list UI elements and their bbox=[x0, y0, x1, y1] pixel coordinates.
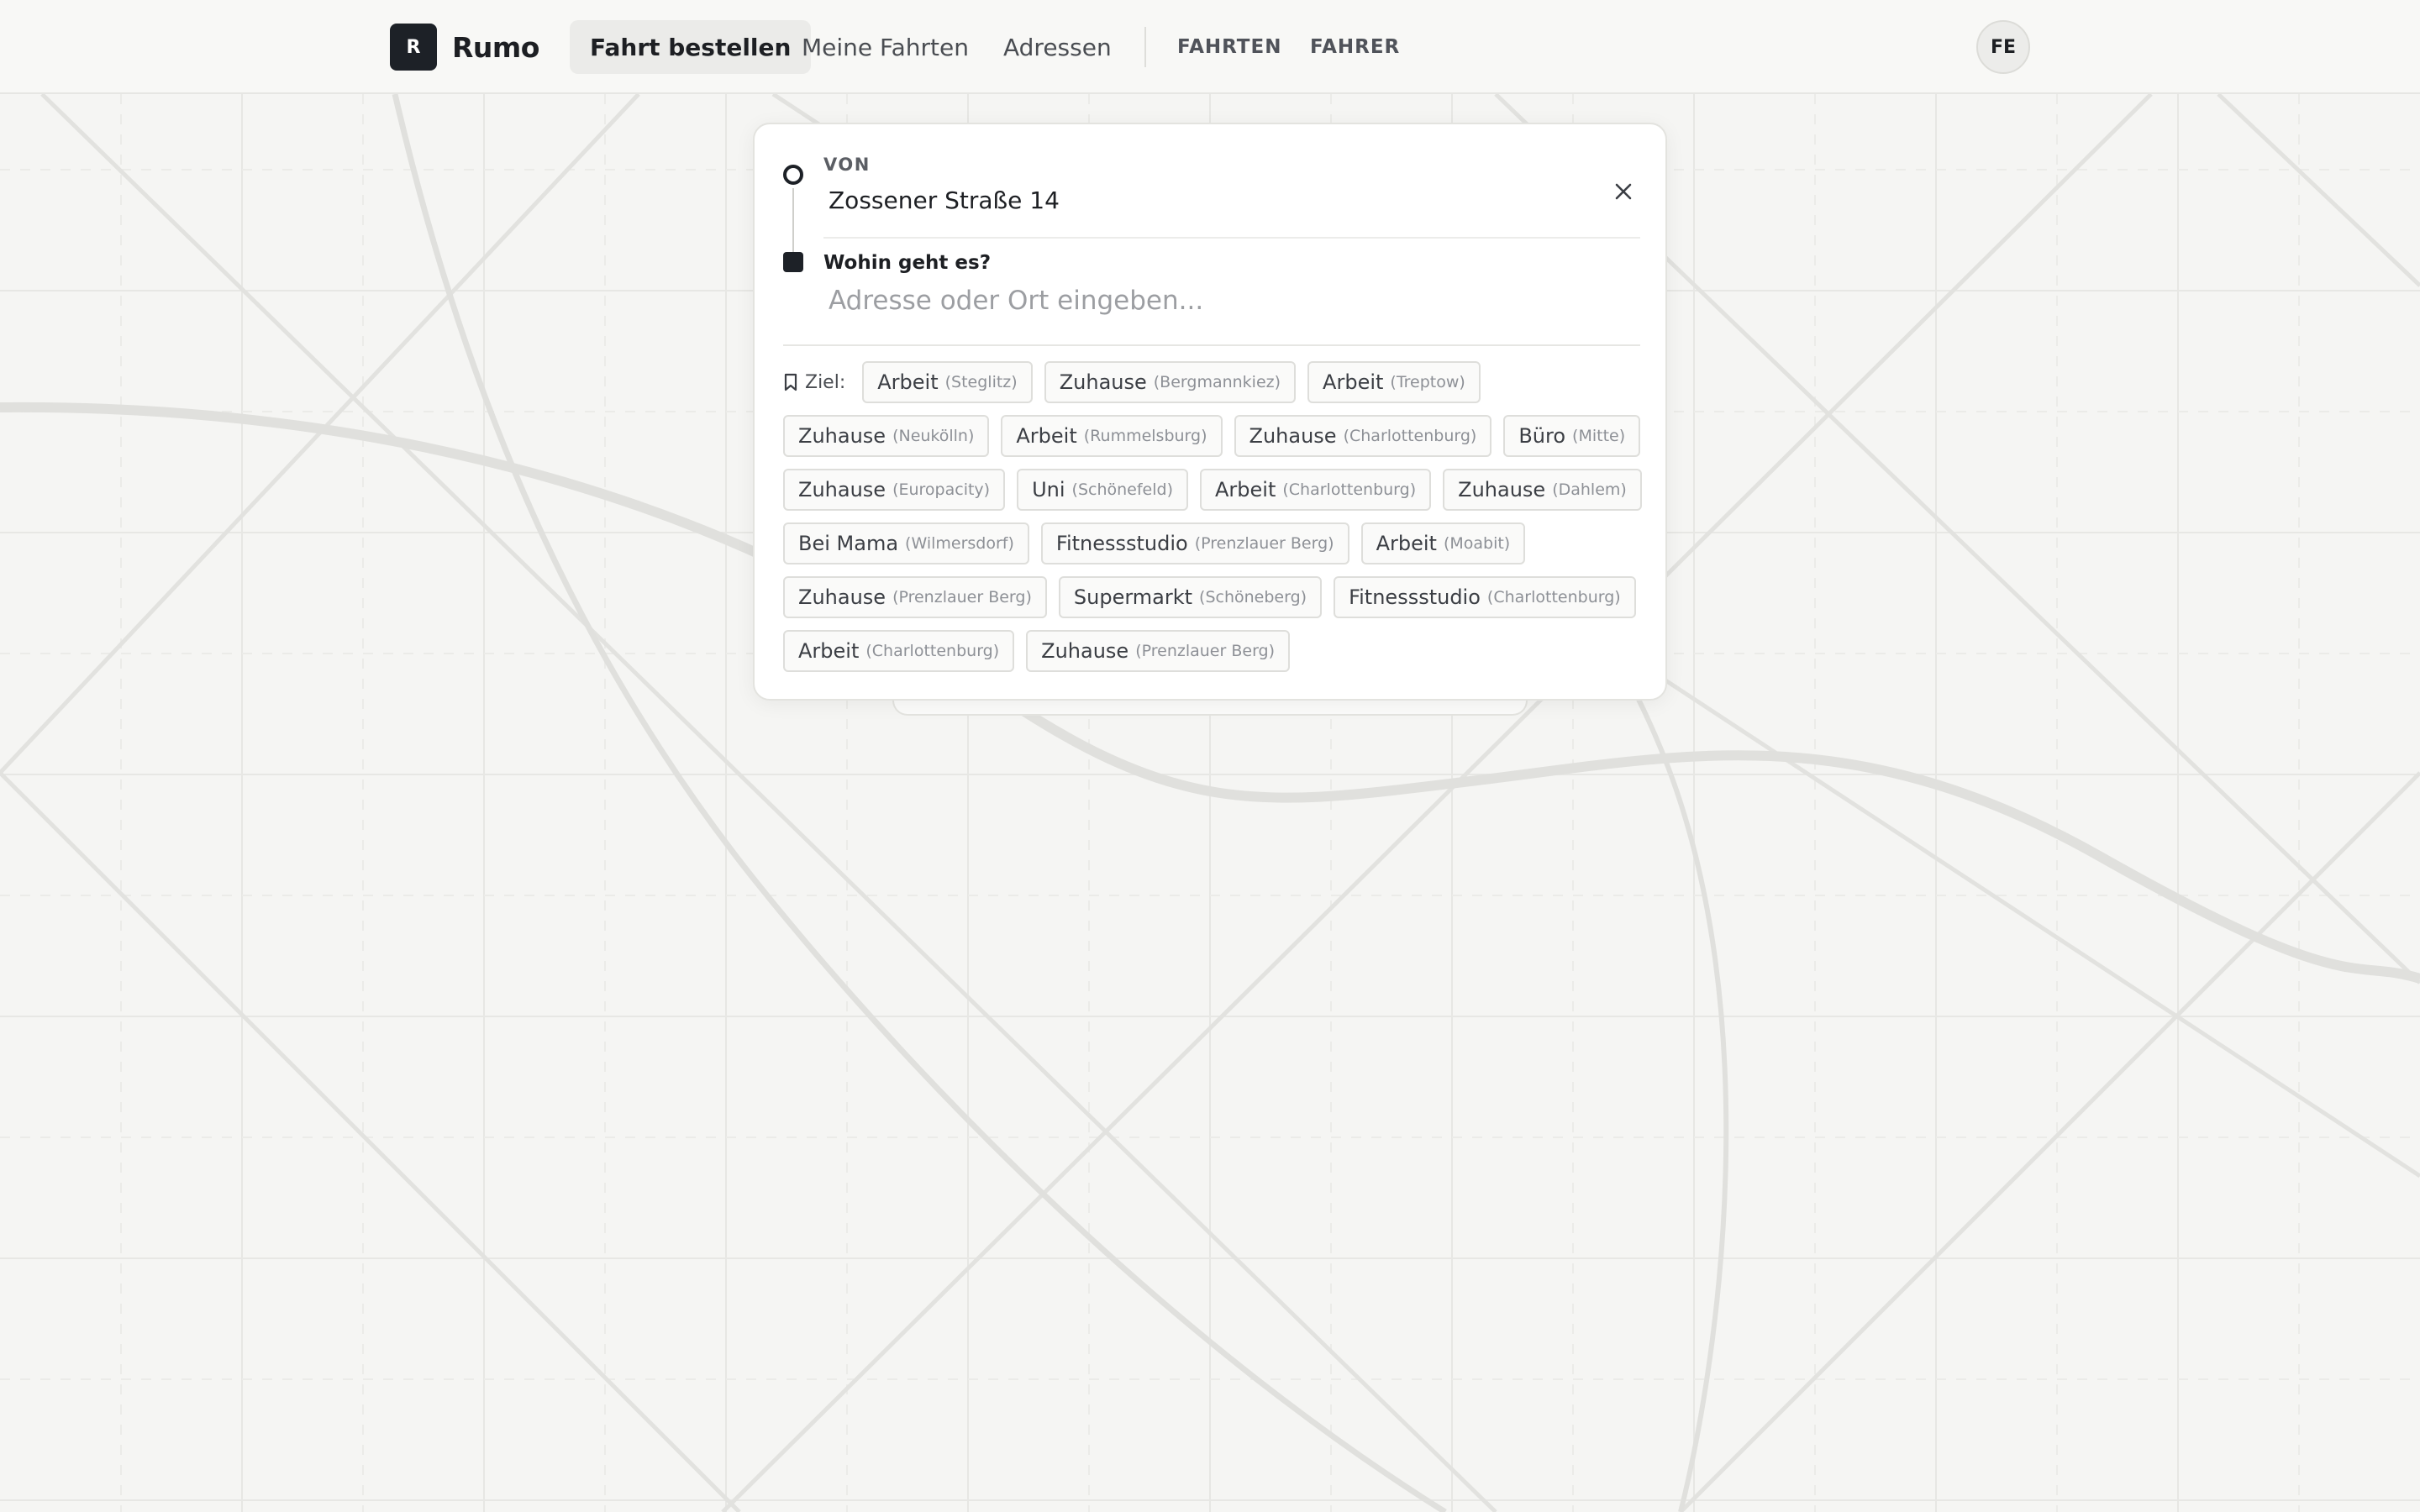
chip-name: Fitnessstudio bbox=[1055, 532, 1188, 555]
chip-name: Zuhause bbox=[798, 585, 886, 609]
chip-area: (Moabit) bbox=[1443, 534, 1511, 553]
clear-button[interactable] bbox=[1607, 175, 1640, 208]
saved-destination-chip[interactable]: Fitnessstudio (Prenzlauer Berg) bbox=[1040, 522, 1349, 564]
chip-area: (Dahlem) bbox=[1552, 480, 1627, 499]
destination-marker-icon bbox=[783, 252, 803, 272]
saved-destination-chip[interactable]: Zuhause (Charlottenburg) bbox=[1234, 415, 1492, 457]
origin-marker-icon bbox=[783, 165, 803, 185]
chip-area: (Charlottenburg) bbox=[1486, 588, 1621, 606]
chip-name: Arbeit bbox=[1323, 370, 1384, 394]
close-icon bbox=[1615, 183, 1632, 200]
saved-destinations-row: Zuhause (Neukölln) Arbeit (Rummelsburg) Zuha… bbox=[783, 415, 1649, 457]
chip-name: Zuhause bbox=[1458, 478, 1546, 501]
top-navigation-bar: R Rumo Fahrt bestellen Meine Fahrten Adr… bbox=[0, 0, 2420, 94]
chip-area: (Wilmersdorf) bbox=[905, 534, 1014, 553]
saved-destination-chip[interactable]: Arbeit (Charlottenburg) bbox=[1199, 469, 1432, 511]
saved-destination-chip[interactable]: Arbeit (Treptow) bbox=[1307, 361, 1481, 403]
chip-area: (Rummelsburg) bbox=[1083, 427, 1207, 445]
chip-name: Zuhause bbox=[798, 478, 886, 501]
chip-area: (Bergmannkiez) bbox=[1153, 373, 1281, 391]
chip-area: (Schönefeld) bbox=[1071, 480, 1173, 499]
ride-request-panel: VON Zossener Straße 14 Wohin geht es? Zi… bbox=[753, 123, 1667, 701]
chip-name: Arbeit bbox=[877, 370, 939, 394]
chip-name: Supermarkt bbox=[1073, 585, 1193, 609]
chip-area: (Charlottenburg) bbox=[1282, 480, 1417, 499]
chip-name: Fitnessstudio bbox=[1349, 585, 1481, 609]
nav-divider bbox=[1144, 27, 1146, 67]
saved-destination-chip[interactable]: Uni (Schönefeld) bbox=[1017, 469, 1188, 511]
chip-name: Büro bbox=[1518, 424, 1566, 448]
chip-name: Arbeit bbox=[1214, 478, 1276, 501]
chip-area: (Prenzlauer Berg) bbox=[1135, 642, 1276, 660]
saved-destinations: Ziel: Arbeit (Steglitz) Zuhause (Bergmannkie… bbox=[783, 361, 1649, 684]
saved-destination-chip[interactable]: Zuhause (Prenzlauer Berg) bbox=[1026, 630, 1291, 672]
chip-area: (Neukölln) bbox=[892, 427, 975, 445]
chip-area: (Prenzlauer Berg) bbox=[892, 588, 1032, 606]
chip-name: Zuhause bbox=[1059, 370, 1147, 394]
saved-destination-chip[interactable]: Supermarkt (Schöneberg) bbox=[1058, 576, 1323, 618]
destination-input[interactable] bbox=[829, 281, 1635, 321]
saved-destinations-row: Zuhause (Europacity) Uni (Schönefeld) Arbeit… bbox=[783, 469, 1649, 511]
saved-destination-chip[interactable]: Zuhause (Dahlem) bbox=[1443, 469, 1642, 511]
chip-name: Zuhause bbox=[1249, 424, 1337, 448]
chip-name: Uni bbox=[1032, 478, 1065, 501]
chip-area: (Charlottenburg) bbox=[865, 642, 1000, 660]
saved-destination-chip[interactable]: Büro (Mitte) bbox=[1503, 415, 1641, 457]
divider bbox=[783, 344, 1640, 346]
chip-area: (Prenzlauer Berg) bbox=[1194, 534, 1334, 553]
nav-adressen[interactable]: Adressen bbox=[983, 20, 1132, 74]
divider bbox=[823, 237, 1640, 239]
saved-destination-chip[interactable]: Zuhause (Prenzlauer Berg) bbox=[783, 576, 1047, 618]
user-avatar[interactable]: FE bbox=[1976, 20, 2030, 74]
chip-name: Arbeit bbox=[1376, 532, 1437, 555]
saved-destinations-row: Arbeit (Charlottenburg) Zuhause (Prenzlauer… bbox=[783, 630, 1649, 672]
saved-destination-chip[interactable]: Zuhause (Europacity) bbox=[783, 469, 1006, 511]
saved-destination-chip[interactable]: Arbeit (Charlottenburg) bbox=[783, 630, 1015, 672]
brand-name: Rumo bbox=[452, 30, 539, 64]
chip-area: (Mitte) bbox=[1572, 427, 1626, 445]
saved-destination-chip[interactable]: Zuhause (Neukölln) bbox=[783, 415, 990, 457]
saved-destination-chip[interactable]: Arbeit (Steglitz) bbox=[862, 361, 1033, 403]
saved-label-text: Ziel: bbox=[805, 371, 846, 393]
chip-area: (Europacity) bbox=[892, 480, 991, 499]
nav-fahrt-bestellen[interactable]: Fahrt bestellen bbox=[570, 20, 812, 74]
chip-name: Arbeit bbox=[1016, 424, 1077, 448]
bookmark-icon bbox=[784, 373, 797, 391]
saved-destination-chip[interactable]: Arbeit (Rummelsburg) bbox=[1001, 415, 1223, 457]
nav-fahrten[interactable]: FAHRTEN bbox=[1177, 20, 1281, 74]
saved-destinations-row: Ziel: Arbeit (Steglitz) Zuhause (Bergmannkie… bbox=[783, 361, 1649, 403]
from-label: VON bbox=[823, 155, 871, 175]
saved-destinations-row: Bei Mama (Wilmersdorf) Fitnessstudio (Prenz… bbox=[783, 522, 1649, 564]
chip-name: Arbeit bbox=[798, 639, 860, 663]
saved-destination-chip[interactable]: Bei Mama (Wilmersdorf) bbox=[783, 522, 1029, 564]
from-address-field[interactable]: Zossener Straße 14 bbox=[829, 186, 1060, 214]
chip-area: (Steglitz) bbox=[944, 373, 1018, 391]
chip-name: Zuhause bbox=[1041, 639, 1129, 663]
nav-meine-fahrten[interactable]: Meine Fahrten bbox=[781, 20, 989, 74]
chip-area: (Charlottenburg) bbox=[1343, 427, 1477, 445]
saved-destinations-row: Zuhause (Prenzlauer Berg) Supermarkt (Schön… bbox=[783, 576, 1649, 618]
chip-name: Zuhause bbox=[798, 424, 886, 448]
saved-destination-chip[interactable]: Zuhause (Bergmannkiez) bbox=[1044, 361, 1297, 403]
nav-fahrer[interactable]: FAHRER bbox=[1310, 20, 1400, 74]
saved-destination-chip[interactable]: Fitnessstudio (Charlottenburg) bbox=[1334, 576, 1636, 618]
brand[interactable]: R Rumo bbox=[390, 24, 539, 71]
chip-area: (Schöneberg) bbox=[1199, 588, 1307, 606]
saved-label: Ziel: bbox=[783, 372, 845, 393]
saved-destination-chip[interactable]: Arbeit (Moabit) bbox=[1360, 522, 1526, 564]
to-label: Wohin geht es? bbox=[823, 252, 992, 274]
brand-logo: R bbox=[390, 24, 437, 71]
chip-area: (Treptow) bbox=[1390, 373, 1465, 391]
chip-name: Bei Mama bbox=[798, 532, 899, 555]
